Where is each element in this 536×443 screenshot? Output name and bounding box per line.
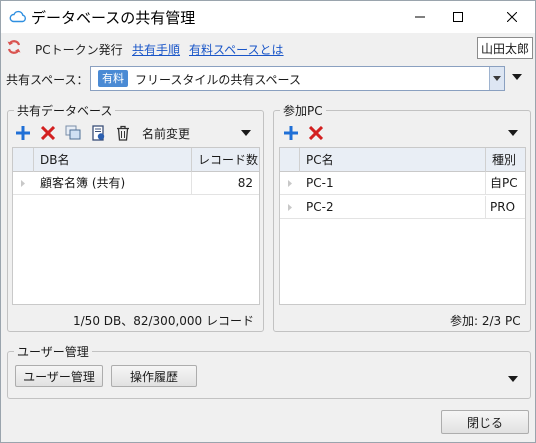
- export-icon: [92, 125, 105, 141]
- title-bar[interactable]: データベースの共有管理: [1, 1, 535, 33]
- trash-icon: [117, 125, 129, 141]
- cloud-icon: [9, 10, 26, 23]
- pc-toolbar: [280, 122, 327, 144]
- db-toolbar-more-icon[interactable]: [241, 130, 251, 136]
- table-row[interactable]: PC-2 PRO: [280, 196, 525, 219]
- pc-name-cell[interactable]: PC-1: [300, 172, 486, 195]
- participating-pc-group-title: 参加PC: [280, 102, 326, 119]
- shared-db-group-title: 共有データベース: [14, 102, 116, 119]
- operation-history-button[interactable]: 操作履歴: [111, 365, 197, 387]
- export-db-button[interactable]: [87, 122, 109, 144]
- db-col-name[interactable]: DB名: [34, 148, 192, 172]
- delete-icon: [309, 126, 323, 140]
- db-usage-footer: 1/50 DB、82/300,000 レコード: [73, 314, 254, 328]
- add-pc-button[interactable]: [280, 122, 302, 144]
- space-more-menu-icon[interactable]: [512, 74, 522, 80]
- paid-space-info-link[interactable]: 有料スペースとは: [189, 41, 284, 58]
- pc-type-cell[interactable]: 自PC: [486, 172, 525, 195]
- user-management-group-title: ユーザー管理: [14, 343, 92, 360]
- pc-col-type[interactable]: 種別: [486, 148, 525, 172]
- pc-type-cell[interactable]: PRO: [486, 196, 525, 219]
- row-indicator: [13, 172, 33, 195]
- add-db-button[interactable]: [12, 122, 34, 144]
- pc-grid: PC名 種別 PC-1 自PC PC-2 PRO: [279, 147, 526, 305]
- plus-icon: [16, 126, 30, 140]
- user-group-more-icon[interactable]: [508, 376, 518, 382]
- trash-db-button[interactable]: [112, 122, 134, 144]
- row-indicator: [280, 172, 300, 195]
- link-bar: PCトークン発行 共有手順 有料スペースとは 山田太郎: [1, 34, 535, 62]
- space-selected-value: フリースタイルの共有スペース: [135, 73, 301, 87]
- db-grid-header: DB名 レコード数: [13, 148, 259, 172]
- pc-toolbar-more-icon[interactable]: [508, 130, 518, 136]
- db-toolbar: 名前変更: [12, 122, 190, 144]
- db-name-cell[interactable]: 顧客名簿 (共有): [34, 172, 192, 195]
- row-indicator: [280, 196, 300, 219]
- space-select[interactable]: 有料 フリースタイルの共有スペース: [90, 66, 505, 91]
- db-col-records[interactable]: レコード数: [192, 148, 259, 172]
- delete-db-button[interactable]: [37, 122, 59, 144]
- issue-token-link[interactable]: PCトークン発行: [35, 41, 123, 58]
- pc-col-name[interactable]: PC名: [300, 148, 486, 172]
- db-records-cell[interactable]: 82: [192, 172, 259, 195]
- maximize-button[interactable]: [435, 1, 481, 33]
- maximize-icon: [453, 12, 463, 22]
- shared-db-group: 共有データベース 名前変更 DB名 レコード数 顧客名簿 (共有) 82 1/5…: [7, 102, 264, 332]
- pc-grid-header: PC名 種別: [280, 148, 525, 172]
- sync-icon[interactable]: [6, 39, 22, 55]
- plus-icon: [284, 126, 298, 140]
- table-row[interactable]: PC-1 自PC: [280, 172, 525, 195]
- paid-badge: 有料: [98, 70, 128, 87]
- chevron-down-icon: [493, 76, 501, 81]
- close-icon: [507, 12, 517, 22]
- user-management-button[interactable]: ユーザー管理: [15, 365, 103, 387]
- rename-db-button[interactable]: 名前変更: [142, 125, 190, 142]
- pc-grid-corner: [280, 148, 300, 172]
- delete-icon: [41, 126, 55, 140]
- table-row[interactable]: 顧客名簿 (共有) 82: [13, 172, 259, 195]
- copy-icon: [65, 125, 81, 140]
- pc-usage-footer: 参加: 2/3 PC: [450, 314, 521, 328]
- space-label: 共有スペース：: [6, 73, 89, 87]
- user-name-box[interactable]: 山田太郎: [477, 37, 533, 59]
- delete-pc-button[interactable]: [305, 122, 327, 144]
- db-grid-corner: [13, 148, 34, 172]
- copy-db-button[interactable]: [62, 122, 84, 144]
- window-title: データベースの共有管理: [31, 9, 196, 27]
- share-steps-link[interactable]: 共有手順: [132, 41, 180, 58]
- participating-pc-group: 参加PC PC名 種別 PC-1 自PC PC-2 PRO 参加: 2/3 PC: [273, 102, 531, 332]
- shared-db-dialog: データベースの共有管理 PCトークン発行 共有手順 有料スペースとは 山田太郎 …: [0, 0, 536, 443]
- space-dropdown-button[interactable]: [489, 67, 504, 90]
- minimize-icon: [415, 16, 425, 18]
- pc-name-cell[interactable]: PC-2: [300, 196, 486, 219]
- close-window-button[interactable]: [489, 1, 535, 33]
- close-button[interactable]: 閉じる: [441, 410, 529, 434]
- db-grid: DB名 レコード数 顧客名簿 (共有) 82: [12, 147, 260, 305]
